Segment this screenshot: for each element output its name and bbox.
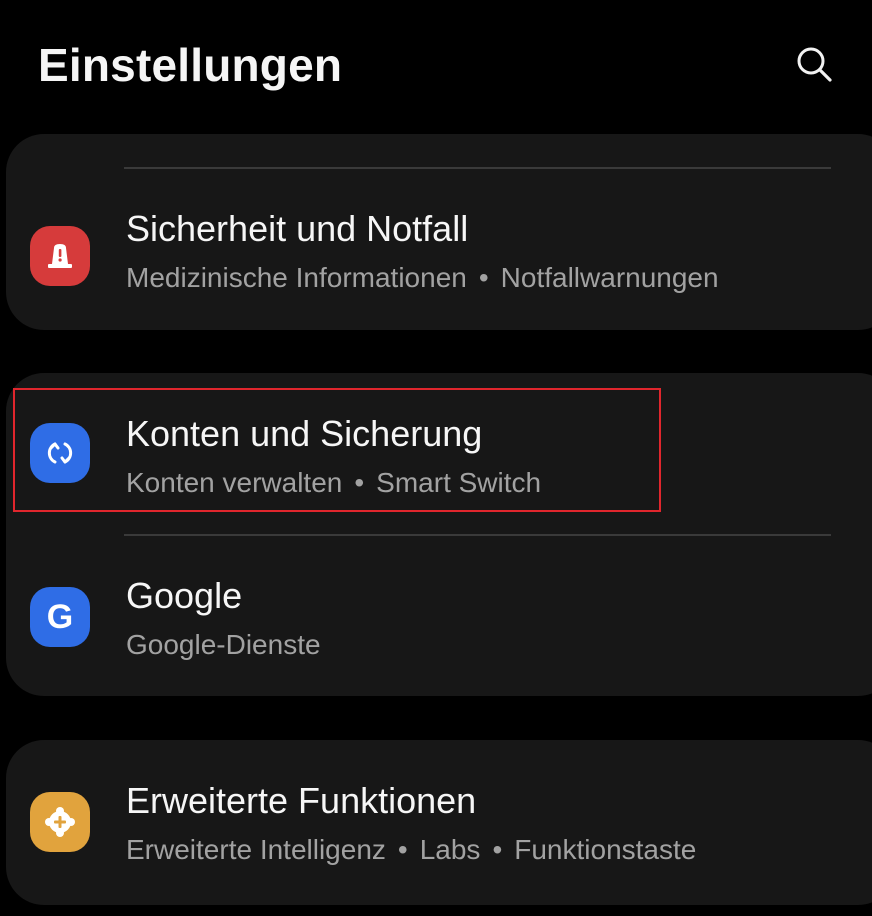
highlight-box bbox=[13, 388, 661, 512]
settings-card-advanced: Erweiterte Funktionen Erweiterte Intelli… bbox=[6, 740, 872, 905]
subtitle-part: Medizinische Informationen bbox=[126, 262, 467, 293]
separator-dot: • bbox=[478, 262, 489, 293]
divider bbox=[124, 167, 831, 169]
subtitle-part: Google-Dienste bbox=[126, 629, 321, 660]
item-title: Google bbox=[126, 575, 243, 616]
item-subtitle: Medizinische Informationen • Notfallwarnun… bbox=[126, 262, 719, 294]
item-title: Sicherheit und Notfall bbox=[126, 208, 469, 249]
divider bbox=[124, 534, 831, 536]
subtitle-part: Notfallwarnungen bbox=[500, 262, 719, 293]
plus-gear-icon bbox=[30, 792, 90, 852]
emergency-light-icon bbox=[30, 226, 90, 286]
item-subtitle: Erweiterte Intelligenz • Labs • Funktionstas… bbox=[126, 834, 696, 866]
item-subtitle: Google-Dienste bbox=[126, 629, 321, 661]
settings-item-advanced-features[interactable]: Erweiterte Funktionen Erweiterte Intelli… bbox=[6, 764, 872, 884]
subtitle-part: Erweiterte Intelligenz bbox=[126, 834, 386, 865]
page-title: Einstellungen bbox=[38, 39, 343, 91]
settings-card-security: Sicherheit und Notfall Medizinische Info… bbox=[6, 134, 872, 330]
separator-dot: • bbox=[492, 834, 503, 865]
subtitle-part: Funktionstaste bbox=[514, 834, 697, 865]
separator-dot: • bbox=[397, 834, 408, 865]
settings-item-google[interactable]: G Google Google-Dienste bbox=[6, 559, 872, 679]
item-title: Erweiterte Funktionen bbox=[126, 780, 477, 821]
search-button[interactable] bbox=[790, 40, 838, 88]
settings-item-safety-emergency[interactable]: Sicherheit und Notfall Medizinische Info… bbox=[6, 194, 872, 314]
search-icon bbox=[797, 47, 832, 82]
subtitle-part: Labs bbox=[419, 834, 481, 865]
google-icon: G bbox=[30, 587, 90, 647]
